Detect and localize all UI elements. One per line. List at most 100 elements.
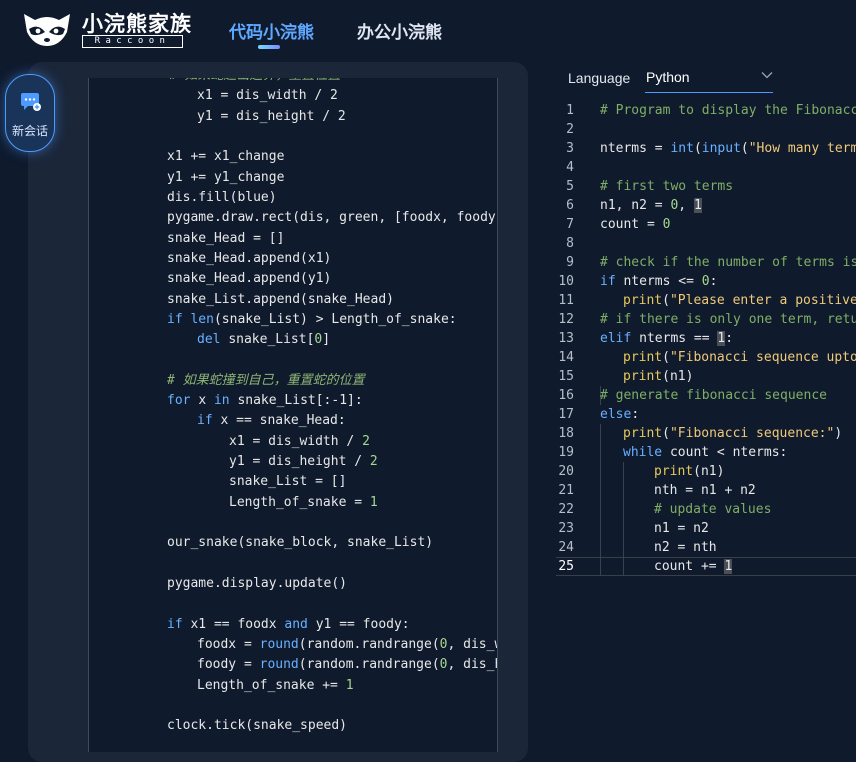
code-token: ( xyxy=(662,426,670,441)
line-number: 21 xyxy=(558,483,574,498)
code-token: 2 xyxy=(362,433,370,449)
code-token: snake_Head.append(y1) xyxy=(167,271,332,287)
line-number: 19 xyxy=(558,445,574,460)
code-token: "Fibonacci sequence:" xyxy=(669,426,835,441)
code-line: print(n1) xyxy=(623,367,693,386)
brand-subtitle: Raccoon xyxy=(82,35,183,48)
code-token: if xyxy=(167,616,191,632)
code-token: print xyxy=(623,293,663,308)
line-number: 22 xyxy=(558,502,574,517)
code-token: # generate fibonacci sequence xyxy=(600,388,827,403)
code-token: 0 xyxy=(701,274,710,289)
code-line: print("Please enter a positive integer") xyxy=(623,291,856,310)
line-number: 7 xyxy=(566,217,574,232)
code-line: elif nterms == 1: xyxy=(600,329,733,348)
code-editor[interactable]: 1 2 3 4 5 6 7 8 9 10 11 12 13 14 15 16 17 18 19 20 21 22 23 24 2… xyxy=(556,101,856,752)
code-line: x1 += x1_change xyxy=(167,147,284,167)
code-token: : xyxy=(725,331,734,346)
code-line: # 如果蛇撞到自己，重置蛇的位置 xyxy=(167,371,365,391)
code-token: Length_of_snake += xyxy=(197,677,346,693)
code-line: n1 = n2 xyxy=(654,519,709,538)
code-token: dis.fill(blue) xyxy=(167,189,277,205)
line-number: 13 xyxy=(558,331,574,346)
code-token: 1 xyxy=(724,559,733,574)
code-line: for x in snake_List[:-1]: xyxy=(167,391,363,411)
code-line: count += 1 xyxy=(654,557,733,576)
code-line: count = 0 xyxy=(600,215,670,234)
code-line: # check if the number of terms is valid xyxy=(600,253,856,272)
new-chat-button[interactable]: 新会话 xyxy=(5,74,55,152)
line-number: 25 xyxy=(558,559,574,574)
code-line: # first two terms xyxy=(600,177,733,196)
code-token: our_snake(snake_block, snake_List) xyxy=(167,535,434,551)
code-token: if xyxy=(167,311,191,327)
code-token: : xyxy=(631,407,640,422)
line-number: 12 xyxy=(558,312,574,327)
code-token: 2 xyxy=(369,454,378,470)
code-token: # first two terms xyxy=(600,179,734,194)
code-token: else xyxy=(600,407,632,422)
code-line: del snake_List[0] xyxy=(197,330,330,350)
code-line: snake_List.append(snake_Head) xyxy=(167,290,394,310)
code-token: snake_List[:-1]: xyxy=(237,393,363,409)
code-token: del xyxy=(197,332,229,348)
line-number: 11 xyxy=(558,293,574,308)
code-token: if xyxy=(197,413,221,429)
chevron-down-icon xyxy=(761,68,773,86)
code-token: round xyxy=(259,636,299,652)
line-number: 8 xyxy=(566,236,574,251)
code-token: and xyxy=(284,616,316,632)
code-line: foodx = round(random.randrange(0, dis_wi… xyxy=(197,635,497,655)
code-token: (n1) xyxy=(662,369,694,384)
line-number: 6 xyxy=(566,198,574,213)
code-line: snake_Head.append(y1) xyxy=(167,269,331,289)
code-token: count < nterms: xyxy=(669,445,788,460)
tab-code-raccoon[interactable]: 代码小浣熊 xyxy=(229,18,314,43)
code-token: if xyxy=(600,274,624,289)
code-line: our_snake(snake_block, snake_List) xyxy=(167,533,433,553)
code-token: x1 = dis_width / xyxy=(229,433,363,449)
code-line: foody = round(random.randrange(0, dis_he… xyxy=(197,655,497,675)
code-token: nterms = xyxy=(600,141,671,156)
line-number: 9 xyxy=(566,255,574,270)
code-line: Length_of_snake += 1 xyxy=(197,676,354,696)
language-select[interactable]: Python xyxy=(645,62,773,93)
raccoon-logo-icon xyxy=(20,10,74,48)
code-token: , xyxy=(678,198,694,213)
code-line: snake_Head.append(x1) xyxy=(167,249,331,269)
code-line: print("Fibonacci sequence upto",nterms,"… xyxy=(623,348,856,367)
line-number: 3 xyxy=(566,141,574,156)
code-token: x == snake_Head: xyxy=(220,413,346,429)
active-tab-indicator xyxy=(258,45,280,49)
line-number: 14 xyxy=(558,350,574,365)
code-token: n1, n2 = xyxy=(600,198,671,213)
code-token: snake_List[ xyxy=(228,332,315,348)
code-token: 0 xyxy=(662,217,671,232)
code-token: ) xyxy=(834,426,843,441)
code-token: nth = n1 + n2 xyxy=(654,483,756,498)
code-token: count = xyxy=(600,217,663,232)
code-token: round xyxy=(259,657,299,673)
code-token: print xyxy=(623,369,663,384)
code-token: int xyxy=(670,141,694,156)
code-token: (snake_List) > Length_of_snake: xyxy=(213,311,457,327)
line-number: 2 xyxy=(566,122,574,137)
code-token: elif xyxy=(600,331,640,346)
line-number: 23 xyxy=(558,521,574,536)
top-bar: 小浣熊家族 Raccoon 代码小浣熊 办公小浣熊 xyxy=(0,0,856,62)
line-number: 24 xyxy=(558,540,574,555)
code-token: # 如果蛇超出边界，重置位置 xyxy=(169,78,341,83)
code-token: snake_List = [] xyxy=(229,474,347,490)
code-line: Length_of_snake = 1 xyxy=(229,493,378,513)
code-line: if nterms <= 0: xyxy=(600,272,717,291)
language-selected-value: Python xyxy=(646,69,690,85)
code-line: # if there is only one term, return n1 xyxy=(600,310,856,329)
generated-code-block[interactable]: # 如果蛇超出边界，重置位置x1 = dis_width / 2y1 = dis… xyxy=(88,78,498,752)
code-token: clock.tick(snake_speed) xyxy=(167,718,348,734)
code-token: snake_Head.append(x1) xyxy=(167,250,332,266)
code-token: x xyxy=(198,393,214,409)
tab-office-raccoon[interactable]: 办公小浣熊 xyxy=(357,18,442,43)
code-line: if x1 == foodx and y1 == foody: xyxy=(167,615,410,635)
code-line: n1, n2 = 0, 1 xyxy=(600,196,702,215)
code-token: (random.randrange( xyxy=(298,657,440,673)
